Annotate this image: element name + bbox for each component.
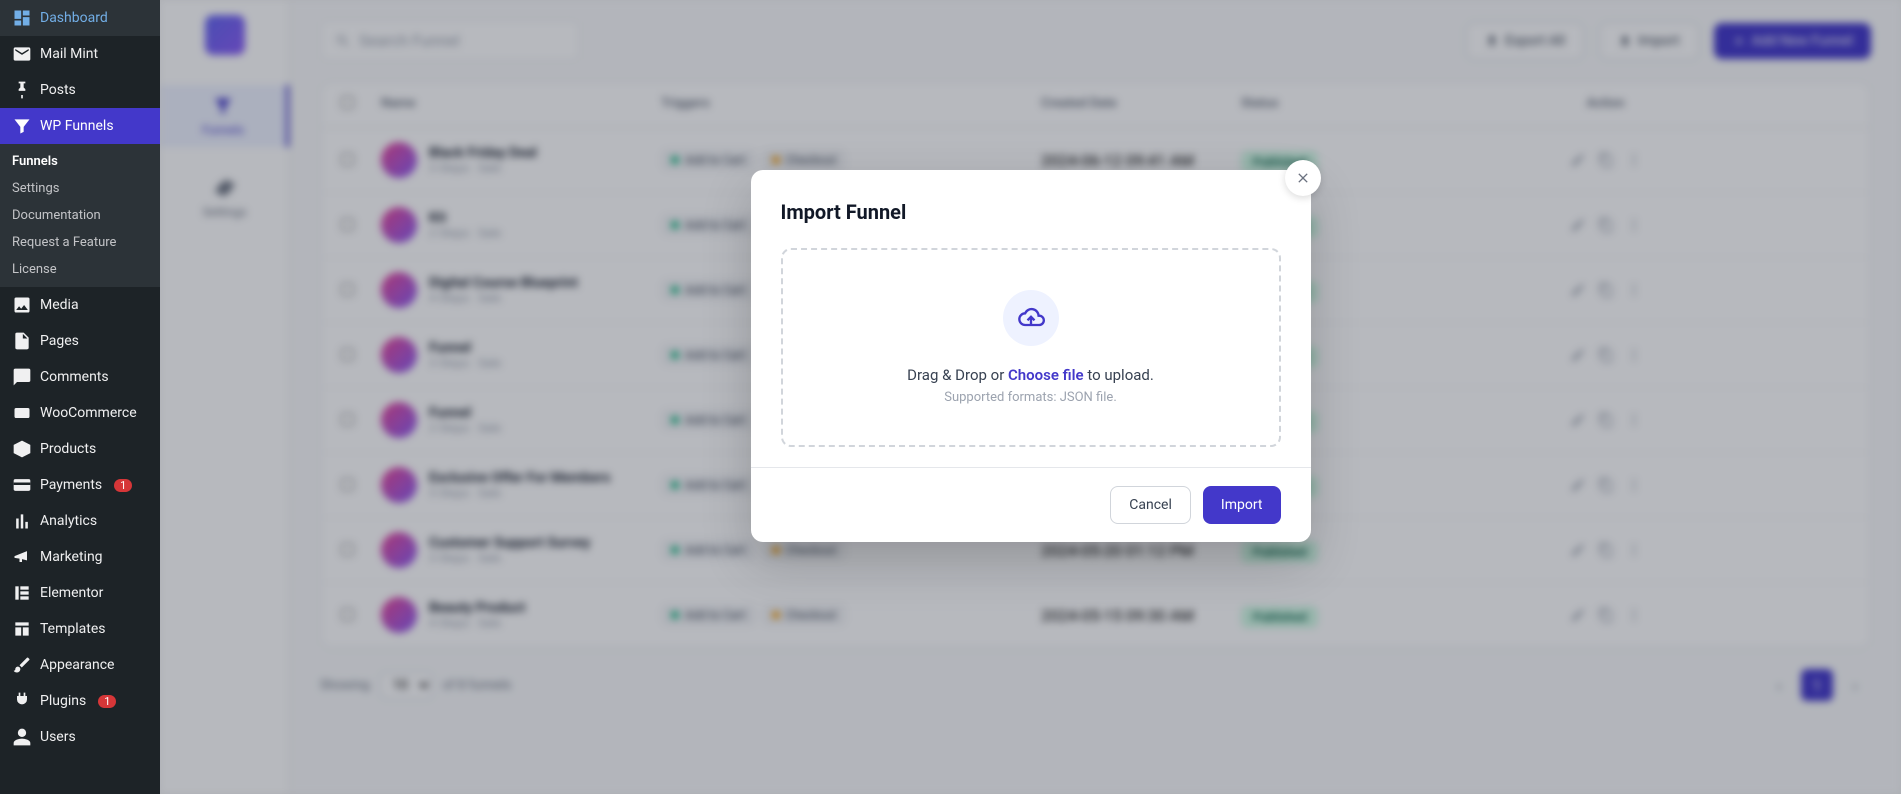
mail-icon xyxy=(12,44,32,64)
elementor-label: Elementor xyxy=(40,585,103,601)
sidebar-item-dashboard[interactable]: Dashboard xyxy=(0,0,160,36)
products-label: Products xyxy=(40,441,96,457)
sidebar-item-media[interactable]: Media xyxy=(0,287,160,323)
plug-icon xyxy=(12,691,32,711)
dz-post: to upload. xyxy=(1084,366,1154,384)
submenu-documentation[interactable]: Documentation xyxy=(0,202,160,229)
sidebar-item-appearance[interactable]: Appearance xyxy=(0,647,160,683)
dashboard-label: Dashboard xyxy=(40,10,108,26)
cloud-upload-icon xyxy=(1017,304,1045,332)
sidebar-item-marketing[interactable]: Marketing xyxy=(0,539,160,575)
modal-close-button[interactable] xyxy=(1285,160,1321,196)
cancel-button[interactable]: Cancel xyxy=(1110,486,1191,524)
templates-label: Templates xyxy=(40,621,106,637)
modal-title: Import Funnel xyxy=(781,200,1281,224)
plugins-label: Plugins xyxy=(40,693,86,709)
page-icon xyxy=(12,331,32,351)
upload-icon-wrap xyxy=(1003,290,1059,346)
analytics-icon xyxy=(12,511,32,531)
woo-icon xyxy=(12,403,32,423)
users-label: Users xyxy=(40,729,76,745)
sidebar-item-templates[interactable]: Templates xyxy=(0,611,160,647)
sidebar-item-mailmint[interactable]: Mail Mint xyxy=(0,36,160,72)
submenu-request-feature[interactable]: Request a Feature xyxy=(0,229,160,256)
sidebar-item-analytics[interactable]: Analytics xyxy=(0,503,160,539)
megaphone-icon xyxy=(12,547,32,567)
pin-icon xyxy=(12,80,32,100)
modal-overlay[interactable]: Import Funnel Drag & Drop or Choose file… xyxy=(160,0,1901,794)
dropzone-subtext: Supported formats: JSON file. xyxy=(803,390,1259,405)
funnel-icon xyxy=(12,116,32,136)
users-icon xyxy=(12,727,32,747)
sidebar-item-elementor[interactable]: Elementor xyxy=(0,575,160,611)
submenu-funnels[interactable]: Funnels xyxy=(0,148,160,175)
close-icon xyxy=(1295,170,1311,186)
dz-pre: Drag & Drop or xyxy=(907,366,1008,384)
woo-label: WooCommerce xyxy=(40,405,137,421)
comments-label: Comments xyxy=(40,369,109,385)
appearance-label: Appearance xyxy=(40,657,114,673)
sidebar-item-pages[interactable]: Pages xyxy=(0,323,160,359)
import-funnel-modal: Import Funnel Drag & Drop or Choose file… xyxy=(751,170,1311,542)
file-dropzone[interactable]: Drag & Drop or Choose file to upload. Su… xyxy=(781,248,1281,447)
brush-icon xyxy=(12,655,32,675)
products-icon xyxy=(12,439,32,459)
payments-icon xyxy=(12,475,32,495)
sidebar-item-products[interactable]: Products xyxy=(0,431,160,467)
sidebar-item-woocommerce[interactable]: WooCommerce xyxy=(0,395,160,431)
dropzone-text: Drag & Drop or Choose file to upload. xyxy=(803,366,1259,384)
wp-admin-sidebar: Dashboard Mail Mint Posts WP Funnels Fun… xyxy=(0,0,160,794)
sidebar-item-wpfunnels[interactable]: WP Funnels xyxy=(0,108,160,144)
sidebar-item-users[interactable]: Users xyxy=(0,719,160,755)
choose-file-link[interactable]: Choose file xyxy=(1008,366,1084,384)
marketing-label: Marketing xyxy=(40,549,103,565)
posts-label: Posts xyxy=(40,82,76,98)
wpfunnels-submenu: Funnels Settings Documentation Request a… xyxy=(0,144,160,287)
media-icon xyxy=(12,295,32,315)
plugins-badge: 1 xyxy=(98,695,116,708)
submenu-license[interactable]: License xyxy=(0,256,160,283)
templates-icon xyxy=(12,619,32,639)
elementor-icon xyxy=(12,583,32,603)
payments-label: Payments xyxy=(40,477,102,493)
sidebar-item-payments[interactable]: Payments 1 xyxy=(0,467,160,503)
sidebar-item-plugins[interactable]: Plugins 1 xyxy=(0,683,160,719)
modal-footer: Cancel Import xyxy=(751,467,1311,542)
wpfunnels-label: WP Funnels xyxy=(40,118,114,134)
dashboard-icon xyxy=(12,8,32,28)
pages-label: Pages xyxy=(40,333,79,349)
payments-badge: 1 xyxy=(114,479,132,492)
submenu-settings[interactable]: Settings xyxy=(0,175,160,202)
analytics-label: Analytics xyxy=(40,513,97,529)
sidebar-item-comments[interactable]: Comments xyxy=(0,359,160,395)
sidebar-item-posts[interactable]: Posts xyxy=(0,72,160,108)
comment-icon xyxy=(12,367,32,387)
mailmint-label: Mail Mint xyxy=(40,46,98,62)
media-label: Media xyxy=(40,297,79,313)
import-confirm-button[interactable]: Import xyxy=(1203,486,1281,524)
